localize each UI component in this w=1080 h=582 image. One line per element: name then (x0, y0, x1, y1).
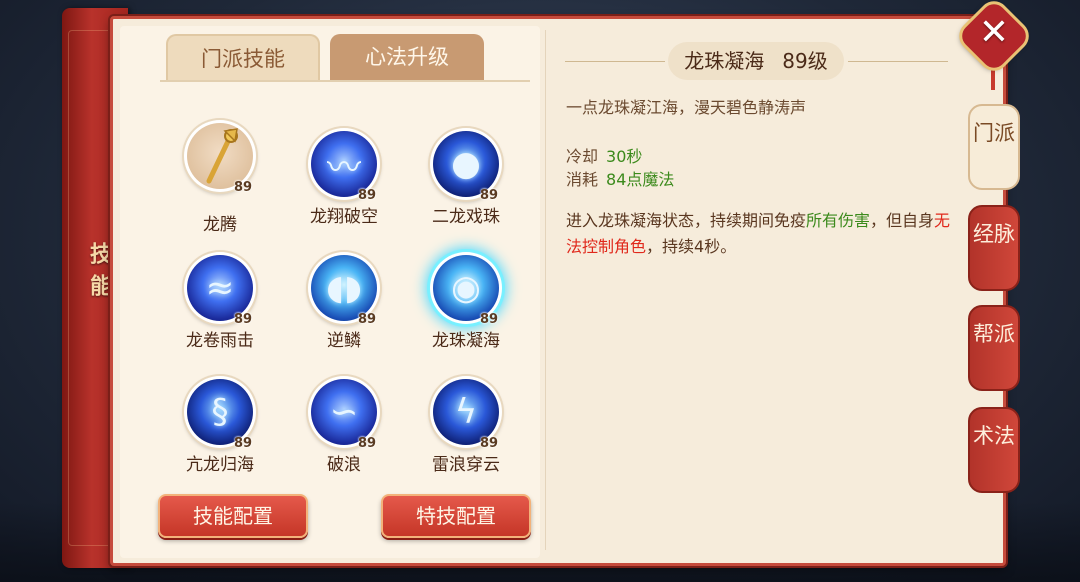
pane-divider (545, 30, 546, 550)
cost-row: 消耗 84点魔法 (566, 166, 674, 190)
tab-mind-upgrade[interactable]: 心法升级 (330, 34, 484, 80)
side-tab-meridian[interactable]: 经脉 (968, 205, 1020, 291)
close-button[interactable]: ✕ (957, 0, 1031, 73)
skill-description: 一点龙珠凝江海，漫天碧色静涛声 (566, 98, 807, 117)
effect-highlight-immunity: 所有伤害 (806, 211, 871, 230)
skill-level: 89 (358, 436, 377, 451)
cooldown-value: 30秒 (606, 147, 643, 166)
skill-name: 亢龙归海 (186, 455, 254, 475)
cost-label: 消耗 (566, 170, 599, 189)
tab-underline (160, 80, 530, 82)
skill-item[interactable]: § 89 亢龙归海 (172, 376, 268, 486)
skill-name: 龙珠凝海 (432, 331, 500, 351)
title-divider-left (565, 61, 665, 62)
skill-effect-text: 进入龙珠凝海状态，持续期间免疫所有伤害，但自身无法控制角色，持续4秒。 (566, 208, 956, 260)
skill-level: 89 (358, 312, 377, 327)
skill-detail-title: 龙珠凝海 89级 (668, 42, 844, 80)
special-config-button[interactable]: 特技配置 (381, 494, 531, 538)
cooldown-row: 冷却 30秒 (566, 143, 642, 167)
skill-item[interactable]: ● 89 二龙戏珠 (418, 128, 514, 238)
skill-detail-name: 龙珠凝海 (684, 49, 765, 73)
skill-item[interactable]: ∽ 89 破浪 (296, 376, 392, 486)
skill-name: 龙腾 (203, 215, 237, 235)
skill-level: 89 (480, 188, 499, 203)
cost-value: 84点魔法 (606, 170, 675, 189)
skill-level: 89 (234, 436, 253, 451)
cooldown-label: 冷却 (566, 147, 599, 166)
skill-item[interactable]: 89 龙腾 (172, 120, 268, 235)
skill-name: 破浪 (327, 455, 361, 475)
skill-level: 89 (480, 436, 499, 451)
skill-item[interactable]: ≈ 89 龙卷雨击 (172, 252, 268, 362)
effect-text: ，持续4秒。 (646, 237, 737, 256)
skill-name: 逆鳞 (327, 331, 361, 351)
skill-level: 89 (480, 312, 499, 327)
skill-config-button[interactable]: 技能配置 (158, 494, 308, 538)
tab-sect-skills[interactable]: 门派技能 (166, 34, 320, 80)
skill-item[interactable]: 〰 89 龙翔破空 (296, 128, 392, 238)
skill-detail-level: 89级 (782, 49, 828, 73)
title-divider-right (848, 61, 948, 62)
skill-name: 龙翔破空 (310, 207, 378, 227)
effect-text: ，但自身 (870, 211, 935, 230)
skill-level: 89 (234, 180, 253, 195)
side-title: 技能 (86, 242, 111, 306)
skill-name: 雷浪穿云 (432, 455, 500, 475)
side-tab-spells[interactable]: 术法 (968, 407, 1020, 493)
side-tab-guild[interactable]: 帮派 (968, 305, 1020, 391)
skill-level: 89 (234, 312, 253, 327)
close-icon: ✕ (978, 12, 1010, 53)
skill-name: 二龙戏珠 (432, 207, 500, 227)
skill-item[interactable]: ◖◗ 89 逆鳞 (296, 252, 392, 362)
skill-item-selected[interactable]: ◉ 89 龙珠凝海 (418, 252, 514, 362)
effect-text: 进入龙珠凝海状态，持续期间免疫 (566, 211, 807, 230)
skill-level: 89 (358, 188, 377, 203)
side-tab-sect[interactable]: 门派 (968, 104, 1020, 190)
skill-item[interactable]: ϟ 89 雷浪穿云 (418, 376, 514, 486)
skill-name: 龙卷雨击 (186, 331, 254, 351)
